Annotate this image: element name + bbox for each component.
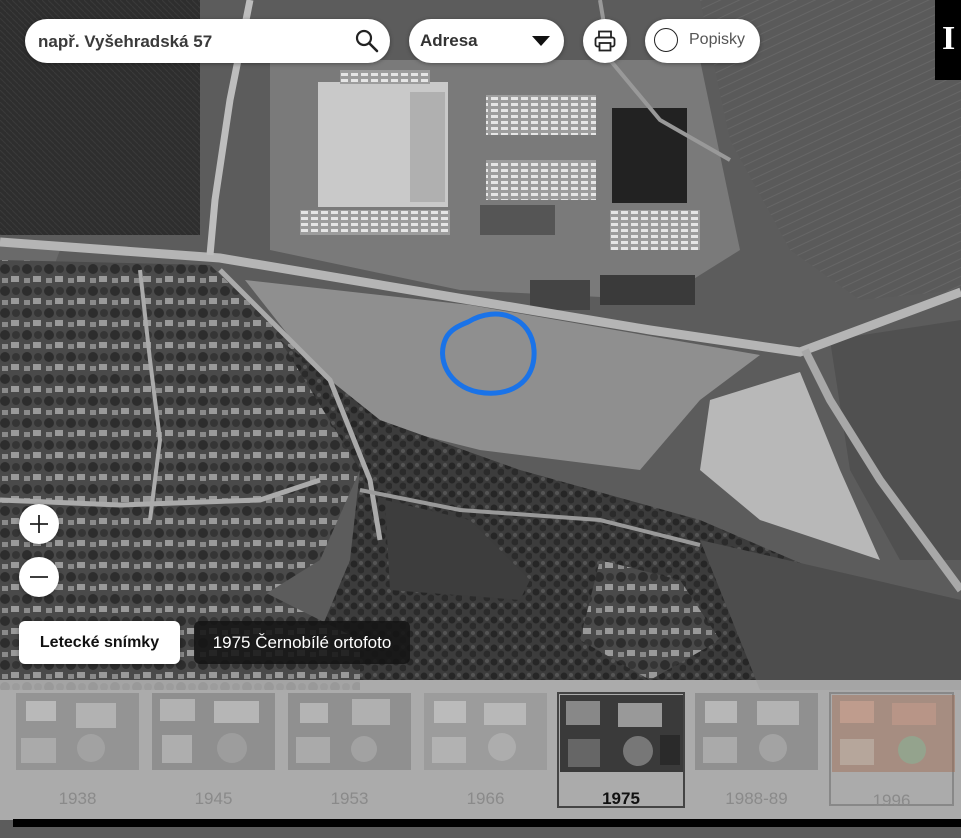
year-thumbnail — [424, 693, 547, 770]
year-thumbnail — [695, 693, 818, 770]
year-tile-1966[interactable]: 1966 — [423, 692, 548, 808]
info-button[interactable]: I — [935, 0, 961, 80]
search-icon[interactable] — [354, 28, 380, 54]
minus-icon — [30, 576, 48, 578]
zoom-in-button[interactable] — [19, 504, 59, 544]
labels-radio[interactable] — [654, 28, 678, 52]
plus-icon — [30, 515, 48, 533]
year-thumbnail — [560, 695, 683, 772]
chevron-down-icon — [532, 36, 550, 46]
year-label: 1966 — [466, 789, 505, 808]
labels-toggle[interactable]: Popisky — [645, 19, 760, 63]
year-thumbnail — [152, 693, 275, 770]
print-button[interactable] — [583, 19, 627, 63]
search-box — [25, 19, 390, 65]
year-label: 1953 — [330, 789, 369, 808]
timeline-bar — [13, 819, 961, 827]
year-label: 1945 — [194, 789, 233, 808]
info-icon: I — [942, 20, 956, 57]
year-tile-1996[interactable]: 1996 — [829, 692, 955, 810]
year-label: 1938 — [58, 789, 97, 808]
year-label: 1988-89 — [725, 789, 788, 808]
year-tile-1953[interactable]: 1953 — [287, 692, 412, 808]
current-layer-label: 1975 Černobílé ortofoto — [194, 621, 410, 664]
year-tile-1945[interactable]: 1945 — [151, 692, 276, 808]
year-tile-1938[interactable]: 1938 — [15, 692, 140, 808]
year-thumbnail — [16, 693, 139, 770]
year-thumbnail — [288, 693, 411, 770]
labels-toggle-label: Popisky — [689, 31, 746, 48]
year-tile-1975[interactable]: 1975 — [557, 692, 685, 808]
address-type-select[interactable]: Adresa — [409, 19, 564, 63]
address-select-value: Adresa — [420, 31, 478, 50]
year-label: 1996 — [872, 791, 911, 810]
year-label: 1975 — [602, 789, 640, 808]
year-thumbnail — [832, 695, 955, 772]
year-timeline: 1938 1945 1953 1966 1975 1988-89 1996 — [0, 680, 961, 820]
zoom-out-button[interactable] — [19, 557, 59, 597]
layer-type-button[interactable]: Letecké snímky — [19, 621, 180, 664]
year-tile-1988-89[interactable]: 1988-89 — [694, 692, 819, 808]
printer-icon — [594, 30, 616, 52]
search-input[interactable] — [36, 19, 340, 65]
